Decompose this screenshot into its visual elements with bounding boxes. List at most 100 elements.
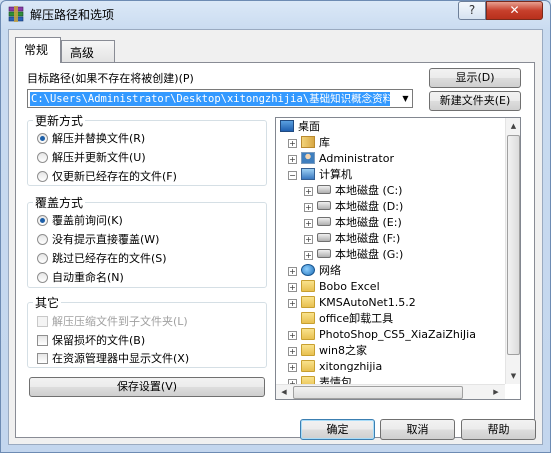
- tree-item[interactable]: + 本地磁盘 (E:): [304, 215, 402, 231]
- expand-icon[interactable]: +: [304, 203, 313, 212]
- new-folder-button[interactable]: 新建文件夹(E): [429, 91, 521, 111]
- computer-icon: [301, 168, 315, 180]
- tree-item[interactable]: + Administrator: [288, 151, 394, 167]
- radio-extract-update[interactable]: 解压并更新文件(U): [37, 149, 146, 165]
- folder-icon: [301, 328, 315, 340]
- scroll-left-icon[interactable]: ◀: [276, 385, 292, 399]
- drive-icon: [317, 185, 331, 194]
- expand-icon[interactable]: +: [304, 219, 313, 228]
- horizontal-scrollbar[interactable]: ◀ ▶: [276, 384, 505, 399]
- tree-item[interactable]: + PhotoShop_CS5_XiaZaiZhiJia: [288, 327, 476, 343]
- radio-skip-existing[interactable]: 跳过已经存在的文件(S): [37, 250, 167, 266]
- scroll-down-icon[interactable]: ▼: [506, 368, 520, 384]
- checkbox-icon[interactable]: [37, 335, 48, 346]
- expand-icon[interactable]: +: [288, 155, 297, 164]
- expand-icon[interactable]: +: [288, 363, 297, 372]
- desktop-icon: [280, 120, 294, 132]
- show-button[interactable]: 显示(D): [429, 68, 521, 88]
- tree-item-label: xitongzhijia: [319, 360, 383, 373]
- expand-icon[interactable]: +: [288, 139, 297, 148]
- checkbox-show-in-explorer[interactable]: 在资源管理器中显示文件(X): [37, 350, 189, 366]
- tree-item-label: 桌面: [298, 120, 320, 133]
- scroll-up-icon[interactable]: ▲: [506, 118, 520, 134]
- radio-selected-icon[interactable]: [37, 215, 48, 226]
- checkbox-keep-broken-files[interactable]: 保留损坏的文件(B): [37, 332, 145, 348]
- checkbox-icon[interactable]: [37, 353, 48, 364]
- tree-item-label: win8之家: [319, 344, 368, 357]
- tree-item[interactable]: + 本地磁盘 (G:): [304, 247, 403, 263]
- tree-item-label: 网络: [319, 264, 341, 277]
- folder-icon: [301, 344, 315, 356]
- expand-icon[interactable]: +: [304, 251, 313, 260]
- folder-icon: [301, 360, 315, 372]
- scroll-thumb[interactable]: [507, 135, 520, 355]
- radio-icon[interactable]: [37, 171, 48, 182]
- tree-item-label: 本地磁盘 (C:): [335, 184, 403, 197]
- save-settings-button[interactable]: 保存设置(V): [29, 377, 265, 397]
- vertical-scrollbar[interactable]: ▲ ▼: [505, 118, 520, 384]
- tree-item[interactable]: + KMSAutoNet1.5.2: [288, 295, 416, 311]
- tab-general[interactable]: 常规: [15, 37, 61, 63]
- radio-ask-before-overwrite[interactable]: 覆盖前询问(K): [37, 212, 123, 228]
- dialog-client: 常规 高级 目标路径(如果不存在将被创建)(P) C:\Users\Admini…: [8, 29, 543, 445]
- radio-selected-icon[interactable]: [37, 133, 48, 144]
- collapse-icon[interactable]: −: [288, 171, 297, 180]
- radio-icon[interactable]: [37, 152, 48, 163]
- radio-label: 跳过已经存在的文件(S): [52, 252, 167, 265]
- network-icon: [301, 264, 315, 276]
- chevron-down-icon[interactable]: ▼: [398, 90, 413, 107]
- expand-icon[interactable]: +: [288, 347, 297, 356]
- radio-fresh-existing[interactable]: 仅更新已经存在的文件(F): [37, 168, 177, 184]
- tree-item[interactable]: office卸载工具: [288, 311, 393, 327]
- checkbox-extract-to-subfolder[interactable]: 解压压缩文件到子文件夹(L): [37, 313, 188, 329]
- help-button[interactable]: 帮助: [461, 419, 536, 440]
- checkbox-icon[interactable]: [37, 316, 48, 327]
- tree-item[interactable]: − 计算机: [288, 167, 352, 183]
- radio-label: 仅更新已经存在的文件(F): [52, 170, 177, 183]
- expand-icon[interactable]: +: [288, 267, 297, 276]
- expand-icon[interactable]: +: [288, 283, 297, 292]
- target-path-combobox[interactable]: C:\Users\Administrator\Desktop\xitongzhi…: [27, 89, 413, 108]
- tree-item-label: 本地磁盘 (D:): [335, 200, 404, 213]
- expand-icon[interactable]: +: [288, 331, 297, 340]
- tree-item[interactable]: + xitongzhijia: [288, 359, 382, 375]
- folder-icon: [301, 280, 315, 292]
- radio-extract-replace[interactable]: 解压并替换文件(R): [37, 130, 145, 146]
- tree-item[interactable]: 桌面: [280, 119, 320, 135]
- radio-icon[interactable]: [37, 234, 48, 245]
- folder-tree[interactable]: 桌面 + 库 + Administrator − 计算机 + 本地磁盘 (C:) + 本地磁盘 (D…: [275, 117, 521, 400]
- tree-item[interactable]: + Bobo Excel: [288, 279, 380, 295]
- tree-item-label: office卸载工具: [319, 312, 394, 325]
- expand-icon[interactable]: +: [304, 187, 313, 196]
- tree-item[interactable]: + 网络: [288, 263, 341, 279]
- tree-item[interactable]: + 本地磁盘 (D:): [304, 199, 403, 215]
- tree-item[interactable]: + win8之家: [288, 343, 367, 359]
- drive-icon: [317, 201, 331, 210]
- tree-item[interactable]: + 本地磁盘 (C:): [304, 183, 402, 199]
- expand-icon[interactable]: +: [304, 235, 313, 244]
- scroll-right-icon[interactable]: ▶: [488, 385, 504, 399]
- radio-label: 解压并更新文件(U): [52, 151, 146, 164]
- scroll-thumb-horizontal[interactable]: [293, 386, 463, 399]
- radio-icon[interactable]: [37, 272, 48, 283]
- tree-item[interactable]: + 本地磁盘 (F:): [304, 231, 400, 247]
- tree-item-label: 本地磁盘 (E:): [335, 216, 402, 229]
- radio-overwrite-without-prompt[interactable]: 没有提示直接覆盖(W): [37, 231, 159, 247]
- cancel-button[interactable]: 取消: [380, 419, 455, 440]
- overwrite-mode-title: 覆盖方式: [33, 194, 86, 211]
- tab-advanced[interactable]: 高级: [61, 40, 115, 62]
- title-help-button[interactable]: ?: [458, 1, 486, 20]
- title-close-button[interactable]: ✕: [486, 1, 543, 20]
- tree-item[interactable]: + 库: [288, 135, 330, 151]
- drive-icon: [317, 233, 331, 242]
- other-options-title: 其它: [33, 294, 62, 311]
- radio-label: 没有提示直接覆盖(W): [52, 233, 160, 246]
- ok-button[interactable]: 确定: [300, 419, 375, 440]
- radio-auto-rename[interactable]: 自动重命名(N): [37, 269, 124, 285]
- window-title: 解压路径和选项: [30, 8, 115, 22]
- expand-icon[interactable]: +: [288, 299, 297, 308]
- tree-item-label: 库: [319, 136, 330, 149]
- radio-icon[interactable]: [37, 253, 48, 264]
- target-path-input[interactable]: C:\Users\Administrator\Desktop\xitongzhi…: [30, 92, 390, 106]
- tree-item-label: 本地磁盘 (G:): [335, 248, 404, 261]
